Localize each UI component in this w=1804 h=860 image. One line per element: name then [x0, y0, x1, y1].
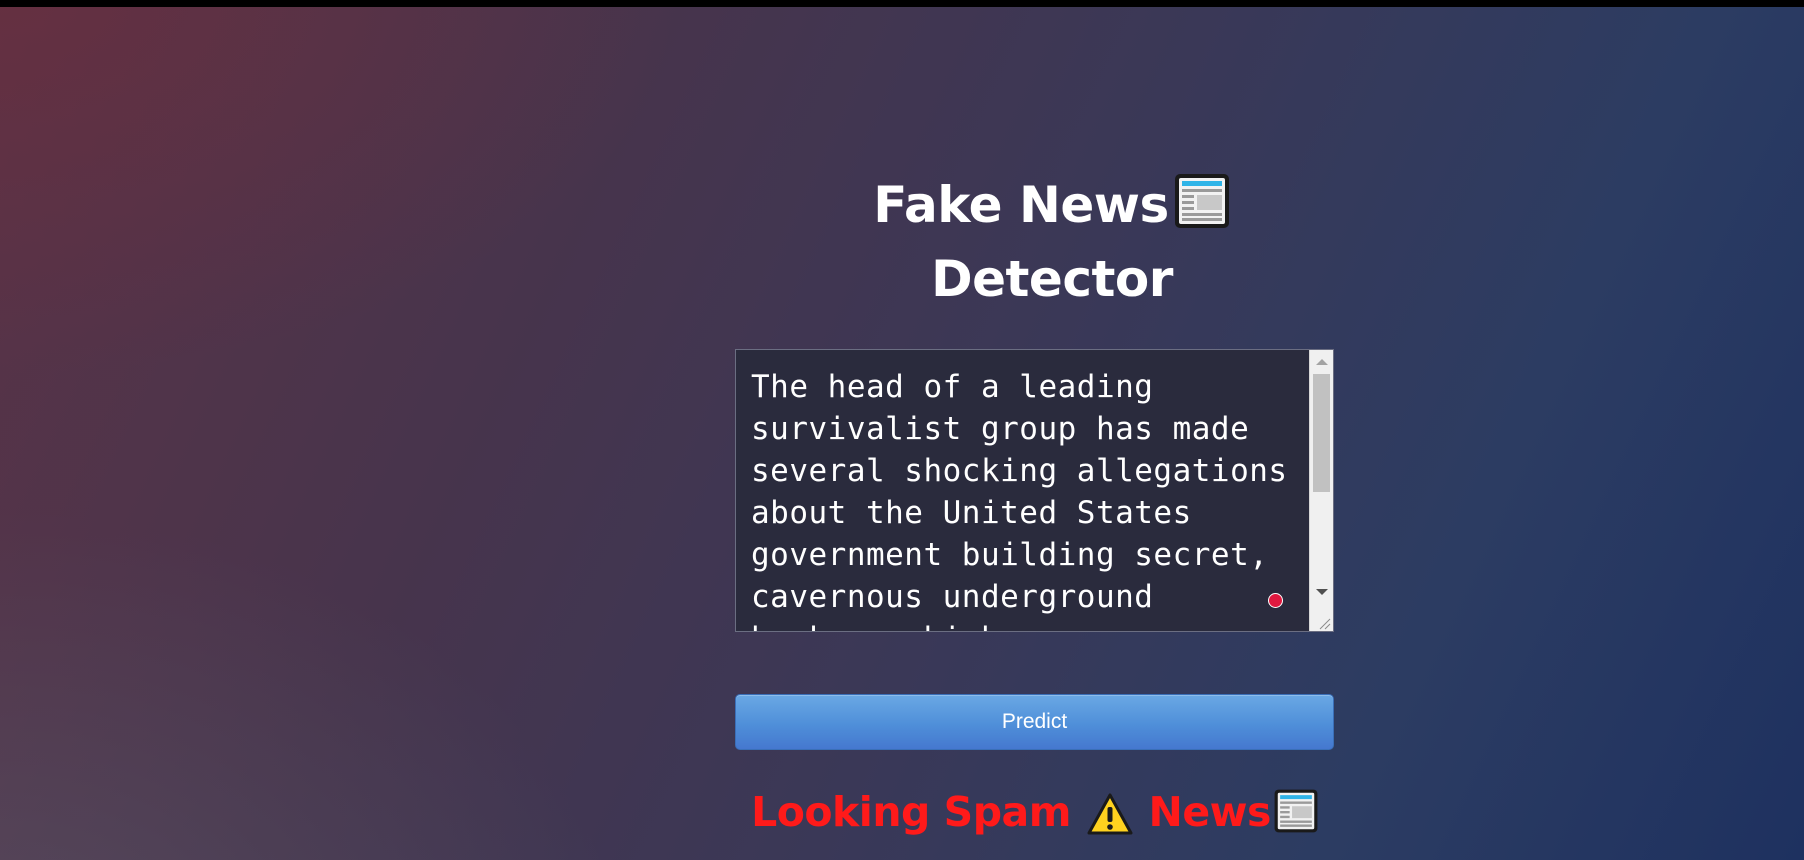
page-title-line1: Fake News	[873, 176, 1169, 234]
scroll-thumb[interactable]	[1313, 374, 1330, 492]
textarea-scrollbar[interactable]	[1309, 350, 1333, 631]
spellcheck-indicator-dot	[1268, 593, 1283, 608]
page-title-line2: Detector	[931, 250, 1173, 308]
browser-top-bar	[0, 0, 1804, 7]
resize-grip-icon[interactable]	[1317, 615, 1331, 630]
newspaper-icon	[1273, 788, 1319, 834]
newspaper-icon	[1173, 172, 1231, 230]
scroll-up-arrow-icon[interactable]	[1316, 359, 1328, 365]
warning-icon	[1087, 792, 1133, 836]
news-text-input[interactable]: The head of a leading survivalist group …	[735, 349, 1334, 632]
scroll-down-arrow-icon[interactable]	[1316, 589, 1328, 595]
result-text-part2: News	[1148, 788, 1272, 836]
result-text-part1: Looking Spam	[751, 788, 1071, 836]
news-text-content[interactable]: The head of a leading survivalist group …	[751, 366, 1296, 631]
predict-button[interactable]: Predict	[735, 694, 1334, 750]
page-title: Fake News Detector	[802, 168, 1302, 316]
prediction-result: Looking Spam News	[702, 782, 1368, 842]
